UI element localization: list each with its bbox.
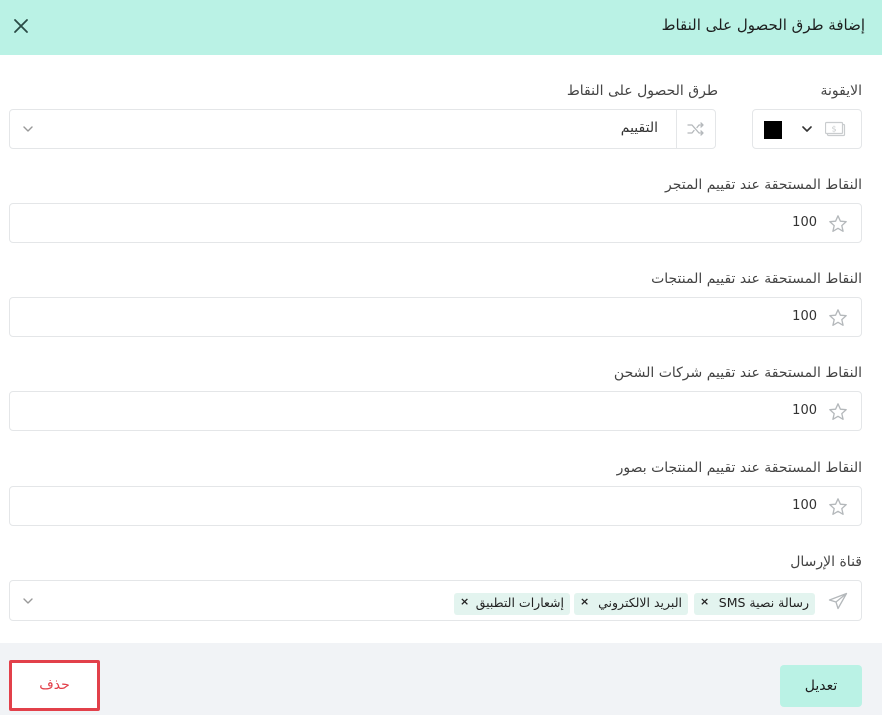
send-icon: [828, 592, 848, 610]
product-rating-value: 100: [792, 309, 817, 324]
dialog-footer: [0, 643, 882, 715]
chevron-down-icon[interactable]: [22, 123, 34, 135]
store-rating-input[interactable]: 100: [9, 203, 862, 243]
star-icon: [829, 403, 847, 420]
remove-tag-icon[interactable]: ×: [460, 595, 469, 608]
star-icon: [829, 498, 847, 515]
shipping-rating-value: 100: [792, 403, 817, 418]
photo-rating-input[interactable]: 100: [9, 486, 862, 526]
edit-button[interactable]: تعديل: [780, 665, 862, 707]
channel-tag-label: إشعارات التطبيق: [475, 595, 564, 610]
color-swatch[interactable]: [764, 121, 782, 139]
svg-text:$: $: [831, 125, 836, 134]
channel-tag-label: رسالة نصية SMS: [718, 595, 809, 610]
channel-field-label: قناة الإرسال: [790, 554, 862, 570]
icon-select[interactable]: $: [752, 109, 862, 149]
channel-tag-sms: رسالة نصية SMS ×: [694, 593, 815, 615]
channel-select[interactable]: رسالة نصية SMS × البريد الالكتروني × إشع…: [9, 580, 862, 621]
store-rating-value: 100: [792, 215, 817, 230]
shipping-rating-label: النقاط المستحقة عند تقييم شركات الشحن: [613, 365, 862, 381]
dialog-title: إضافة طرق الحصول على النقاط: [661, 16, 865, 34]
remove-tag-icon[interactable]: ×: [580, 595, 589, 608]
product-rating-input[interactable]: 100: [9, 297, 862, 337]
photo-rating-value: 100: [792, 498, 817, 513]
money-icon: $: [825, 121, 846, 137]
channel-tag-email: البريد الالكتروني ×: [574, 593, 688, 615]
remove-tag-icon[interactable]: ×: [700, 595, 709, 608]
star-icon: [829, 309, 847, 326]
method-value: التقييم: [620, 120, 658, 136]
dialog-header: إضافة طرق الحصول على النقاط: [0, 0, 882, 55]
product-rating-label: النقاط المستحقة عند تقييم المنتجات: [651, 271, 862, 287]
icon-field-label: الايقونة: [820, 83, 863, 99]
channel-tag-app: إشعارات التطبيق ×: [454, 593, 570, 615]
method-select[interactable]: التقييم: [9, 109, 716, 149]
chevron-down-icon[interactable]: [22, 595, 34, 607]
chevron-down-icon[interactable]: [800, 122, 814, 136]
store-rating-label: النقاط المستحقة عند تقييم المتجر: [665, 177, 862, 193]
shuffle-icon: [687, 122, 704, 136]
delete-button[interactable]: حذف: [9, 660, 100, 711]
close-icon[interactable]: [10, 15, 32, 37]
shipping-rating-input[interactable]: 100: [9, 391, 862, 431]
photo-rating-label: النقاط المستحقة عند تقييم المنتجات بصور: [616, 460, 862, 476]
method-icon-cell: [676, 110, 715, 148]
method-field-label: طرق الحصول على النقاط: [566, 83, 718, 99]
channel-tag-label: البريد الالكتروني: [598, 595, 682, 610]
star-icon: [829, 215, 847, 232]
